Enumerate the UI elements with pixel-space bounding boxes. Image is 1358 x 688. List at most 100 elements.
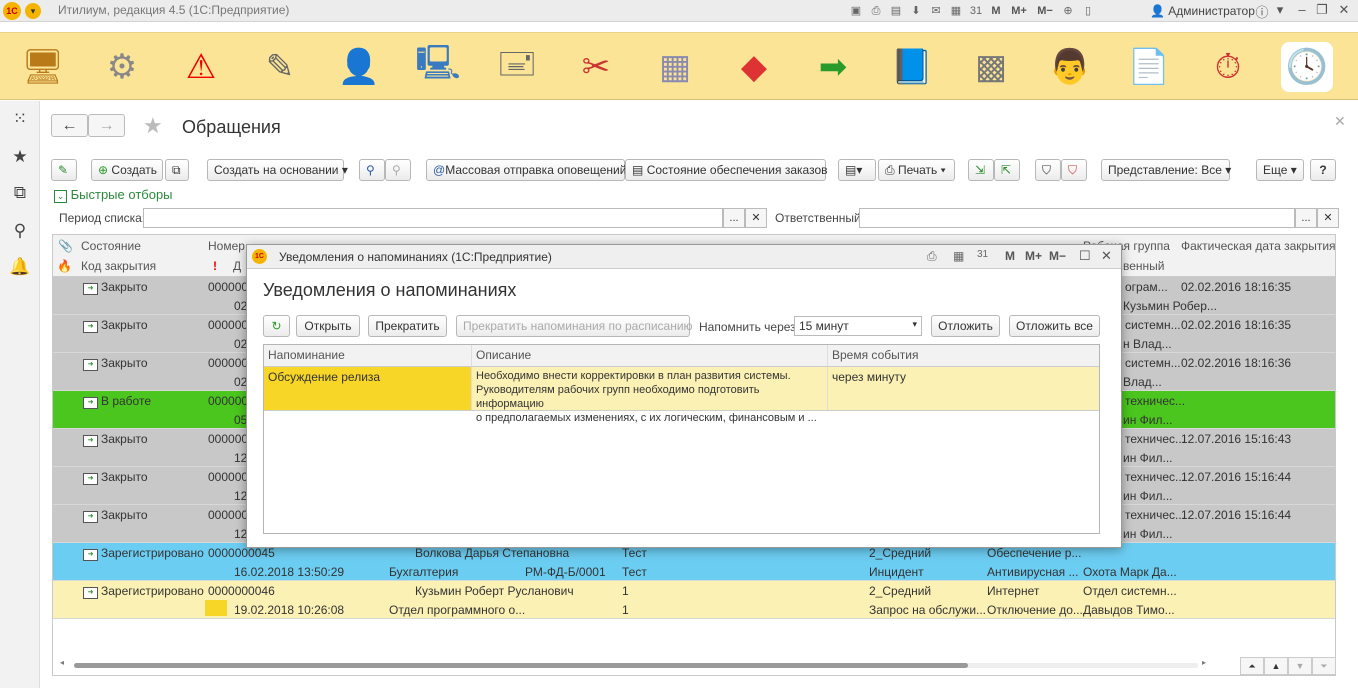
print-icon[interactable]: ⎙ (868, 3, 884, 19)
scroll-right-icon[interactable]: ▸ (1202, 658, 1206, 667)
download-icon[interactable]: ⬇ (908, 3, 924, 19)
warning-icon[interactable]: ⚠ (175, 42, 227, 92)
go-last-icon[interactable]: ⏷ (1312, 657, 1336, 675)
apps-grid-icon[interactable]: ⁙ (8, 107, 32, 131)
table-row[interactable]: ➜ Зарегистрировано 0000000045 Волкова Да… (53, 543, 1335, 581)
restore-button[interactable]: ❐ (1312, 2, 1332, 20)
m-plus-button[interactable]: M+ (1008, 3, 1030, 19)
stamp-icon[interactable]: 🖃 (491, 42, 543, 92)
header-status[interactable]: Состояние (81, 239, 141, 253)
calculator-icon[interactable]: ▦ (953, 249, 964, 263)
create-based-button[interactable]: Создать на основании ▾ (207, 159, 348, 181)
scroll-left-icon[interactable]: ◂ (60, 658, 64, 667)
responsible-field[interactable] (859, 208, 1295, 228)
settings-icon[interactable]: ⚙ (96, 42, 148, 92)
boxes-icon[interactable]: ◆ (728, 42, 780, 92)
tools-icon[interactable]: ✎ (254, 42, 306, 92)
dialog-close-button[interactable]: ✕ (1101, 248, 1112, 264)
edit-icon[interactable]: ✎ (51, 159, 77, 181)
filter-icon[interactable]: ⛉ (1035, 159, 1061, 181)
user-name[interactable]: 👤 Администратор (1150, 4, 1255, 18)
book-icon[interactable]: 📘 (886, 42, 938, 92)
maximize-button[interactable]: ☐ (1079, 248, 1091, 264)
computer-icon[interactable]: 🖳 (412, 42, 464, 92)
info-icon[interactable]: ⓘ (1252, 2, 1272, 20)
1c-logo-icon[interactable]: 1С (3, 2, 21, 20)
order-status-button[interactable]: ▤ Состояние обеспечения заказов (625, 159, 828, 181)
header-date[interactable]: Д (233, 259, 241, 273)
open-button[interactable]: Открыть (296, 315, 360, 337)
close-form-icon[interactable]: ✕ (1334, 113, 1346, 130)
contacts-icon[interactable]: 👤 (333, 42, 385, 92)
period-select-button[interactable]: ... (723, 208, 745, 228)
header-close-code[interactable]: Код закрытия (81, 259, 156, 273)
history-icon[interactable]: ⧉ (8, 181, 32, 205)
period-clear-button[interactable]: ✕ (745, 208, 767, 228)
help-button[interactable]: ? (1310, 159, 1336, 181)
table-row[interactable]: Обсуждение релиза Необходимо внести корр… (264, 367, 1099, 424)
repair-icon[interactable]: ✂ (570, 42, 622, 92)
document-icon[interactable]: 📄 (1123, 42, 1175, 92)
go-down-icon[interactable]: ▼ (1288, 657, 1312, 675)
finance-icon[interactable]: 👨 (1044, 42, 1096, 92)
stopwatch-icon[interactable]: ⏱ (1202, 42, 1254, 92)
preview-icon[interactable]: ▤ (888, 3, 904, 19)
m-minus-button[interactable]: M− (1049, 249, 1066, 263)
search-icon[interactable]: ⚲ (8, 219, 32, 243)
go-first-icon[interactable]: ⏶ (1240, 657, 1264, 675)
export-icon[interactable]: ⇱ (994, 159, 1020, 181)
scroll-thumb[interactable] (74, 663, 968, 668)
m-plus-button[interactable]: M+ (1025, 249, 1042, 263)
go-up-icon[interactable]: ▲ (1264, 657, 1288, 675)
more-button[interactable]: Еще ▾ (1256, 159, 1304, 181)
favorites-star-icon[interactable]: ★ (8, 145, 32, 169)
horizontal-scrollbar[interactable]: ◂ ▸ (60, 658, 1208, 669)
col-description[interactable]: Описание (472, 345, 828, 367)
quick-filters-toggle[interactable]: ⌄ Быстрые отборы (54, 187, 173, 203)
print-button[interactable]: ⎙ Печать ▾ (878, 159, 955, 181)
report-dropdown-icon[interactable]: ▤▾ (838, 159, 876, 181)
m-minus-button[interactable]: M− (1034, 3, 1056, 19)
import-icon[interactable]: ⇲ (968, 159, 994, 181)
clear-filter-icon[interactable]: ⛉ (1061, 159, 1087, 181)
print-icon[interactable]: ⎙ (927, 249, 937, 264)
mass-send-button[interactable]: @Массовая отправка оповещений (426, 159, 626, 181)
cancel-find-icon[interactable]: ⚲ (385, 159, 411, 181)
minimize-button[interactable]: – (1292, 2, 1312, 20)
back-button[interactable]: ← (51, 114, 88, 137)
reminders-table[interactable]: Напоминание Описание Время события Обсуж… (263, 344, 1100, 534)
m-button[interactable]: M (988, 3, 1004, 19)
chevron-down-icon[interactable]: ▾ (1270, 2, 1290, 20)
responsible-clear-button[interactable]: ✕ (1317, 208, 1339, 228)
close-button[interactable]: ✕ (1334, 2, 1354, 20)
stop-button[interactable]: Прекратить (368, 315, 447, 337)
cube-icon[interactable]: ▦ (649, 42, 701, 92)
panel-icon[interactable]: ▯ (1080, 3, 1096, 19)
save-icon[interactable]: ▣ (848, 3, 864, 19)
refresh-icon[interactable]: ↻ (263, 315, 290, 337)
forward-button[interactable]: → (88, 114, 125, 137)
postpone-all-button[interactable]: Отложить все (1009, 315, 1100, 337)
desktop-icon[interactable]: 🖥 (17, 42, 69, 92)
main-menu-icon[interactable]: ▾ (25, 3, 41, 19)
arrow-icon[interactable]: ➡ (807, 42, 859, 92)
copy-icon[interactable]: ⧉ (165, 159, 189, 181)
bell-icon[interactable]: 🔔 (8, 255, 32, 279)
calendar-icon[interactable]: 31 (977, 249, 988, 260)
remind-select[interactable]: 15 минут ▾ (794, 316, 922, 336)
clock-icon[interactable]: 🕓 (1281, 42, 1333, 92)
header-close-date[interactable]: Фактическая дата закрытия (1181, 239, 1335, 253)
responsible-select-button[interactable]: ... (1295, 208, 1317, 228)
zoom-icon[interactable]: ⊕ (1060, 3, 1076, 19)
safe-icon[interactable]: ▩ (965, 42, 1017, 92)
calculator-icon[interactable]: ▦ (948, 3, 964, 19)
m-button[interactable]: M (1005, 249, 1015, 263)
period-field[interactable] (143, 208, 723, 228)
header-responsible[interactable]: венный (1123, 259, 1165, 273)
col-event-time[interactable]: Время события (828, 345, 1099, 367)
calendar-icon[interactable]: 31 (968, 3, 984, 19)
find-icon[interactable]: ⚲ (359, 159, 385, 181)
view-select-button[interactable]: Представление: Все ▾ (1101, 159, 1231, 181)
postpone-button[interactable]: Отложить (931, 315, 1000, 337)
favorite-star-icon[interactable]: ★ (143, 113, 163, 139)
